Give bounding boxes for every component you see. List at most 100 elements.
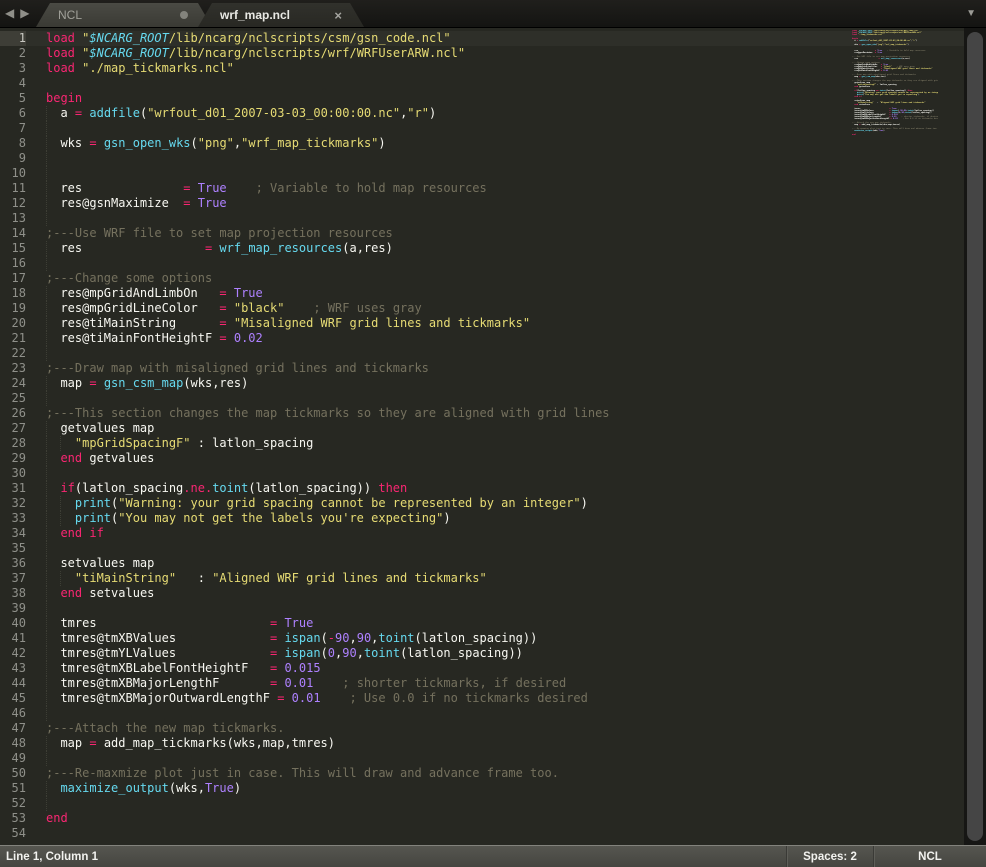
code-line[interactable]: 12 res@gsnMaximize = True (0, 196, 964, 211)
code-line[interactable]: 36 setvalues map (0, 556, 964, 571)
scrollbar-thumb[interactable] (967, 32, 983, 841)
tab-wrf-map-ncl[interactable]: wrf_map.ncl × (198, 3, 364, 27)
minimap[interactable]: load "$NCARG_ROOT/lib/ncarg/nclscripts/c… (852, 30, 938, 160)
code-line[interactable]: 13 (0, 211, 964, 226)
code-line[interactable]: 54 (0, 826, 964, 841)
code-line[interactable]: 47;---Attach the new map tickmarks. (0, 721, 964, 736)
code-line[interactable]: 49 (0, 751, 964, 766)
line-number: 9 (0, 151, 26, 166)
code-line[interactable]: 8 wks = gsn_open_wks("png","wrf_map_tick… (0, 136, 964, 151)
back-icon[interactable]: ◀ (5, 4, 14, 22)
code-line[interactable]: 9 (0, 151, 964, 166)
code-line[interactable]: 2load "$NCARG_ROOT/lib/ncarg/nclscripts/… (0, 46, 964, 61)
code-line[interactable]: 27 getvalues map (0, 421, 964, 436)
editor-window: ◀ ▶ NCL wrf_map.ncl × ▼ 1 load "$NCARG_RO… (0, 0, 986, 867)
code-line[interactable]: 35 (0, 541, 964, 556)
code-line[interactable]: 22 (0, 346, 964, 361)
code-line[interactable]: 18 res@mpGridAndLimbOn = True (0, 286, 964, 301)
code-line[interactable]: 5begin (0, 91, 964, 106)
line-number: 40 (0, 616, 26, 631)
line-number: 31 (0, 481, 26, 496)
code-line[interactable]: 11 res = True ; Variable to hold map res… (0, 181, 964, 196)
line-number: 1 (0, 31, 26, 46)
code-line[interactable]: 32 print("Warning: your grid spacing can… (0, 496, 964, 511)
line-number: 43 (0, 661, 26, 676)
modified-dot-icon (180, 11, 188, 19)
code-line[interactable]: 25 (0, 391, 964, 406)
line-number: 46 (0, 706, 26, 721)
code-line[interactable]: 53end (0, 811, 964, 826)
code-line[interactable]: 31 if(latlon_spacing.ne.toint(latlon_spa… (0, 481, 964, 496)
line-number: 7 (0, 121, 26, 136)
line-number: 44 (0, 676, 26, 691)
line-number: 17 (0, 271, 26, 286)
line-number: 14 (0, 226, 26, 241)
code-line[interactable]: 14;---Use WRF file to set map projection… (0, 226, 964, 241)
line-number: 41 (0, 631, 26, 646)
forward-icon[interactable]: ▶ (20, 4, 29, 22)
line-number: 20 (0, 316, 26, 331)
line-number: 30 (0, 466, 26, 481)
code-line[interactable]: 7 (0, 121, 964, 136)
code-line[interactable]: 1load "$NCARG_ROOT/lib/ncarg/nclscripts/… (0, 31, 964, 46)
line-number: 4 (0, 76, 26, 91)
line-number: 48 (0, 736, 26, 751)
code-line[interactable]: 41 tmres@tmXBValues = ispan(-90,90,toint… (0, 631, 964, 646)
tab-ncl[interactable]: NCL (36, 3, 212, 27)
line-number: 10 (0, 166, 26, 181)
code-line[interactable]: 44 tmres@tmXBMajorLengthF = 0.01 ; short… (0, 676, 964, 691)
nav-arrows: ◀ ▶ (5, 4, 29, 22)
tab-overflow-icon[interactable]: ▼ (966, 8, 976, 19)
close-icon[interactable]: × (334, 9, 342, 22)
line-number: 54 (0, 826, 26, 841)
code-line[interactable]: 19 res@mpGridLineColor = "black" ; WRF u… (0, 301, 964, 316)
code-line[interactable]: 21 res@tiMainFontHeightF = 0.02 (0, 331, 964, 346)
code-line[interactable]: 24 map = gsn_csm_map(wks,res) (0, 376, 964, 391)
code-line[interactable]: 26;---This section changes the map tickm… (0, 406, 964, 421)
code-line[interactable]: 15 res = wrf_map_resources(a,res) (0, 241, 964, 256)
tab-bar: ◀ ▶ NCL wrf_map.ncl × ▼ (0, 0, 986, 28)
code-line[interactable]: 48 map = add_map_tickmarks(wks,map,tmres… (0, 736, 964, 751)
code-line[interactable]: 30 (0, 466, 964, 481)
code-line[interactable]: 34 end if (0, 526, 964, 541)
code-line[interactable]: 37 "tiMainString" : "Aligned WRF grid li… (0, 571, 964, 586)
code-line[interactable]: 52 (0, 796, 964, 811)
code-line[interactable]: 23;---Draw map with misaligned grid line… (0, 361, 964, 376)
code-line[interactable]: 16 (0, 256, 964, 271)
code-line[interactable]: 6 a = addfile("wrfout_d01_2007-03-03_00:… (0, 106, 964, 121)
code-line[interactable]: 17;---Change some options (0, 271, 964, 286)
code-line[interactable]: 33 print("You may not get the labels you… (0, 511, 964, 526)
code-line[interactable]: 43 tmres@tmXBLabelFontHeightF = 0.015 (0, 661, 964, 676)
code-line[interactable]: 29 end getvalues (0, 451, 964, 466)
code-line[interactable]: 40 tmres = True (0, 616, 964, 631)
code-line[interactable]: 10 (0, 166, 964, 181)
code-line[interactable]: 42 tmres@tmYLValues = ispan(0,90,toint(l… (0, 646, 964, 661)
line-number: 45 (0, 691, 26, 706)
line-number: 5 (0, 91, 26, 106)
line-number: 21 (0, 331, 26, 346)
line-number: 13 (0, 211, 26, 226)
status-bar: Line 1, Column 1 Spaces: 2 NCL (0, 845, 986, 867)
line-number: 23 (0, 361, 26, 376)
syntax-mode[interactable]: NCL (873, 846, 986, 867)
code-line[interactable]: 28 "mpGridSpacingF" : latlon_spacing (0, 436, 964, 451)
code-line[interactable]: 51 maximize_output(wks,True) (0, 781, 964, 796)
line-number: 2 (0, 46, 26, 61)
line-number: 6 (0, 106, 26, 121)
line-number: 27 (0, 421, 26, 436)
code-line[interactable]: 50;---Re-maxmize plot just in case. This… (0, 766, 964, 781)
line-number: 29 (0, 451, 26, 466)
code-line[interactable]: 20 res@tiMainString = "Misaligned WRF gr… (0, 316, 964, 331)
code-line[interactable]: 45 tmres@tmXBMajorOutwardLengthF = 0.01 … (0, 691, 964, 706)
indentation-setting[interactable]: Spaces: 2 (786, 846, 873, 867)
line-number: 42 (0, 646, 26, 661)
editor: 1 load "$NCARG_ROOT/lib/ncarg/nclscripts/… (0, 28, 986, 845)
code-area[interactable]: 1 load "$NCARG_ROOT/lib/ncarg/nclscripts/… (0, 28, 964, 845)
code-line[interactable]: 39 (0, 601, 964, 616)
line-number: 52 (0, 796, 26, 811)
tab-label: wrf_map.ncl (198, 8, 334, 22)
code-line[interactable]: 4 (0, 76, 964, 91)
code-line[interactable]: 46 (0, 706, 964, 721)
code-line[interactable]: 38 end setvalues (0, 586, 964, 601)
code-line[interactable]: 3load "./map_tickmarks.ncl" (0, 61, 964, 76)
